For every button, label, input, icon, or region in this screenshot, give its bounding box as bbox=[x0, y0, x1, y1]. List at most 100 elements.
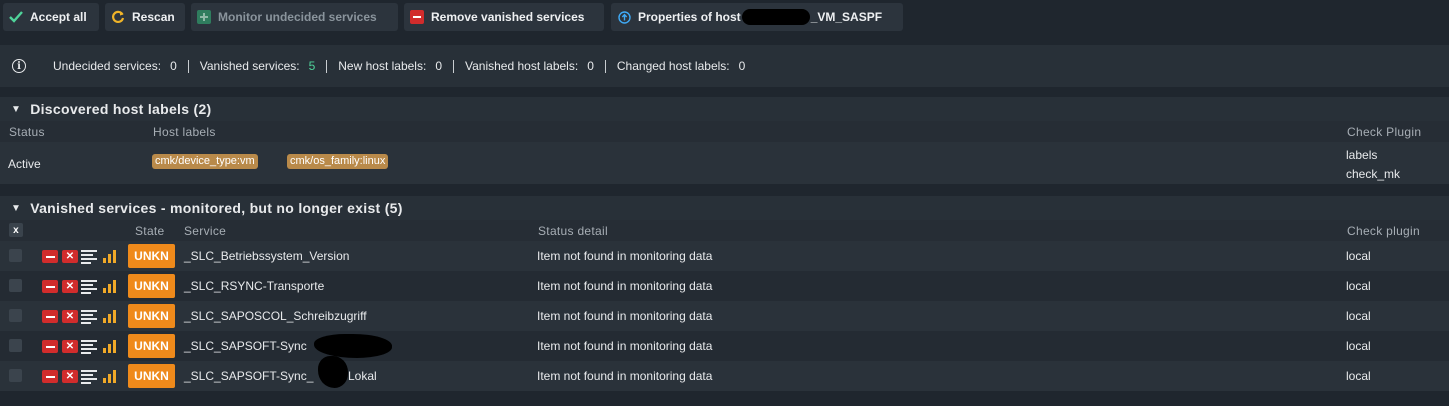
remove-vanished-button[interactable]: Remove vanished services bbox=[404, 3, 604, 31]
graph-icon[interactable] bbox=[103, 340, 116, 353]
state-badge: UNKN bbox=[128, 334, 175, 358]
row-checkbox[interactable] bbox=[9, 309, 22, 322]
parameters-icon[interactable] bbox=[81, 250, 97, 264]
status-detail: Item not found in monitoring data bbox=[537, 369, 713, 383]
graph-icon[interactable] bbox=[103, 250, 116, 263]
action-toolbar: Accept all Rescan Monitor undecided serv… bbox=[0, 0, 1449, 35]
graph-icon[interactable] bbox=[103, 280, 116, 293]
state-badge: UNKN bbox=[128, 364, 175, 388]
col-state: State bbox=[135, 224, 165, 238]
status-detail: Item not found in monitoring data bbox=[537, 339, 713, 353]
remove-service-icon[interactable] bbox=[42, 370, 58, 383]
remove-vanished-label: Remove vanished services bbox=[431, 10, 585, 24]
row-checkbox[interactable] bbox=[9, 249, 22, 262]
remove-service-icon[interactable] bbox=[42, 280, 58, 293]
divider bbox=[453, 59, 454, 73]
disable-service-icon[interactable]: ✕ bbox=[62, 280, 78, 293]
redacted-hostname bbox=[741, 9, 810, 25]
row-checkbox[interactable] bbox=[9, 369, 22, 382]
divider bbox=[326, 59, 328, 73]
service-name[interactable]: _SLC_SAPSOFT-Sync bbox=[184, 339, 307, 353]
divider bbox=[187, 59, 189, 73]
info-icon: i bbox=[12, 59, 26, 73]
check-plugin: local bbox=[1346, 279, 1371, 293]
checkmark-icon bbox=[9, 10, 23, 24]
host-labels-section-header[interactable]: ▼ Discovered host labels (2) bbox=[0, 97, 1449, 121]
discovery-summary-bar: i Undecided services: 0 Vanished service… bbox=[0, 45, 1449, 87]
label-status: Active bbox=[8, 157, 41, 171]
graph-icon[interactable] bbox=[103, 370, 116, 383]
status-detail: Item not found in monitoring data bbox=[537, 249, 713, 263]
row-checkbox[interactable] bbox=[9, 339, 22, 352]
vanished-service-row: ✕ UNKN _SLC_SAPSOFT-Sync_ Lokal Item not fou… bbox=[0, 361, 1449, 391]
disable-service-icon[interactable]: ✕ bbox=[62, 340, 78, 353]
accept-all-button[interactable]: Accept all bbox=[3, 3, 99, 31]
graph-icon[interactable] bbox=[103, 310, 116, 323]
parameters-icon[interactable] bbox=[81, 310, 97, 324]
check-plugin: local bbox=[1346, 339, 1371, 353]
parameters-icon[interactable] bbox=[81, 340, 97, 354]
disable-service-icon[interactable]: ✕ bbox=[62, 250, 78, 263]
plugin-name: check_mk bbox=[1346, 167, 1401, 181]
plugin-name: labels bbox=[1346, 148, 1378, 162]
service-name[interactable]: _SLC_SAPOSCOL_Schreibzugriff bbox=[184, 309, 367, 323]
state-badge: UNKN bbox=[128, 274, 175, 298]
properties-prefix: Properties of host bbox=[638, 10, 741, 24]
check-plugin: local bbox=[1346, 309, 1371, 323]
collapse-triangle-icon: ▼ bbox=[11, 202, 22, 214]
host-label-row: Active cmk/device_type:vm cmk/os_family:… bbox=[0, 142, 1449, 184]
plus-icon bbox=[197, 10, 211, 24]
service-name[interactable]: _SLC_SAPSOFT-Sync_ bbox=[184, 369, 313, 383]
col-check-plugin: Check Plugin bbox=[1347, 125, 1422, 139]
check-plugin: local bbox=[1346, 369, 1371, 383]
vanished-service-row: ✕ UNKN _SLC_RSYNC-Transporte Item not found… bbox=[0, 271, 1449, 301]
changed-labels-count: Changed host labels: 0 bbox=[616, 59, 746, 73]
remove-service-icon[interactable] bbox=[42, 310, 58, 323]
state-badge: UNKN bbox=[128, 304, 175, 328]
host-label-chip[interactable]: cmk/os_family:linux bbox=[287, 154, 389, 169]
undecided-count: Undecided services: 0 bbox=[53, 59, 177, 73]
vanished-service-row: ✕ UNKN _SLC_SAPSOFT-Sync Item not found in … bbox=[0, 331, 1449, 361]
up-arrow-circle-icon bbox=[617, 10, 631, 24]
new-labels-count: New host labels: 0 bbox=[338, 59, 442, 73]
vanished-count: Vanished services: 5 bbox=[199, 59, 316, 73]
service-name-tail: Lokal bbox=[348, 369, 377, 383]
rescan-label: Rescan bbox=[132, 10, 175, 24]
host-label-chip[interactable]: cmk/device_type:vm bbox=[152, 154, 258, 169]
vanished-section-title: Vanished services - monitored, but no lo… bbox=[30, 200, 403, 216]
service-name[interactable]: _SLC_Betriebssystem_Version bbox=[184, 249, 349, 263]
remove-service-icon[interactable] bbox=[42, 340, 58, 353]
host-properties-button[interactable]: Properties of host _VM_SASPF bbox=[611, 3, 903, 31]
col-status-detail: Status detail bbox=[538, 224, 608, 238]
monitor-undecided-button[interactable]: Monitor undecided services bbox=[191, 3, 398, 31]
state-badge: UNKN bbox=[128, 244, 175, 268]
minus-icon bbox=[410, 10, 424, 24]
parameters-icon[interactable] bbox=[81, 280, 97, 294]
service-name[interactable]: _SLC_RSYNC-Transporte bbox=[184, 279, 324, 293]
refresh-icon bbox=[111, 10, 125, 24]
redaction-mark bbox=[318, 356, 348, 388]
collapse-triangle-icon: ▼ bbox=[11, 103, 22, 115]
host-labels-section-title: Discovered host labels (2) bbox=[30, 101, 212, 117]
vanished-service-row: ✕ UNKN _SLC_SAPOSCOL_Schreibzugriff Item no… bbox=[0, 301, 1449, 331]
vanished-section-header[interactable]: ▼ Vanished services - monitored, but no … bbox=[0, 196, 1449, 220]
status-detail: Item not found in monitoring data bbox=[537, 309, 713, 323]
parameters-icon[interactable] bbox=[81, 370, 97, 384]
row-checkbox[interactable] bbox=[9, 279, 22, 292]
properties-suffix: _VM_SASPF bbox=[810, 10, 883, 24]
vanished-labels-count: Vanished host labels: 0 bbox=[465, 59, 594, 73]
status-detail: Item not found in monitoring data bbox=[537, 279, 713, 293]
monitor-undecided-label: Monitor undecided services bbox=[218, 10, 377, 24]
vanished-column-header: x State Service Status detail Check plug… bbox=[0, 220, 1449, 241]
col-status: Status bbox=[9, 125, 45, 139]
rescan-button[interactable]: Rescan bbox=[105, 3, 185, 31]
disable-service-icon[interactable]: ✕ bbox=[62, 310, 78, 323]
host-labels-column-header: Status Host labels Check Plugin bbox=[0, 121, 1449, 142]
check-plugin: local bbox=[1346, 249, 1371, 263]
col-host-labels: Host labels bbox=[153, 125, 216, 139]
select-all-toggle[interactable]: x bbox=[9, 223, 23, 237]
disable-service-icon[interactable]: ✕ bbox=[62, 370, 78, 383]
remove-service-icon[interactable] bbox=[42, 250, 58, 263]
vanished-service-row: ✕ UNKN _SLC_Betriebssystem_Version Item not… bbox=[0, 241, 1449, 271]
col-service: Service bbox=[184, 224, 227, 238]
